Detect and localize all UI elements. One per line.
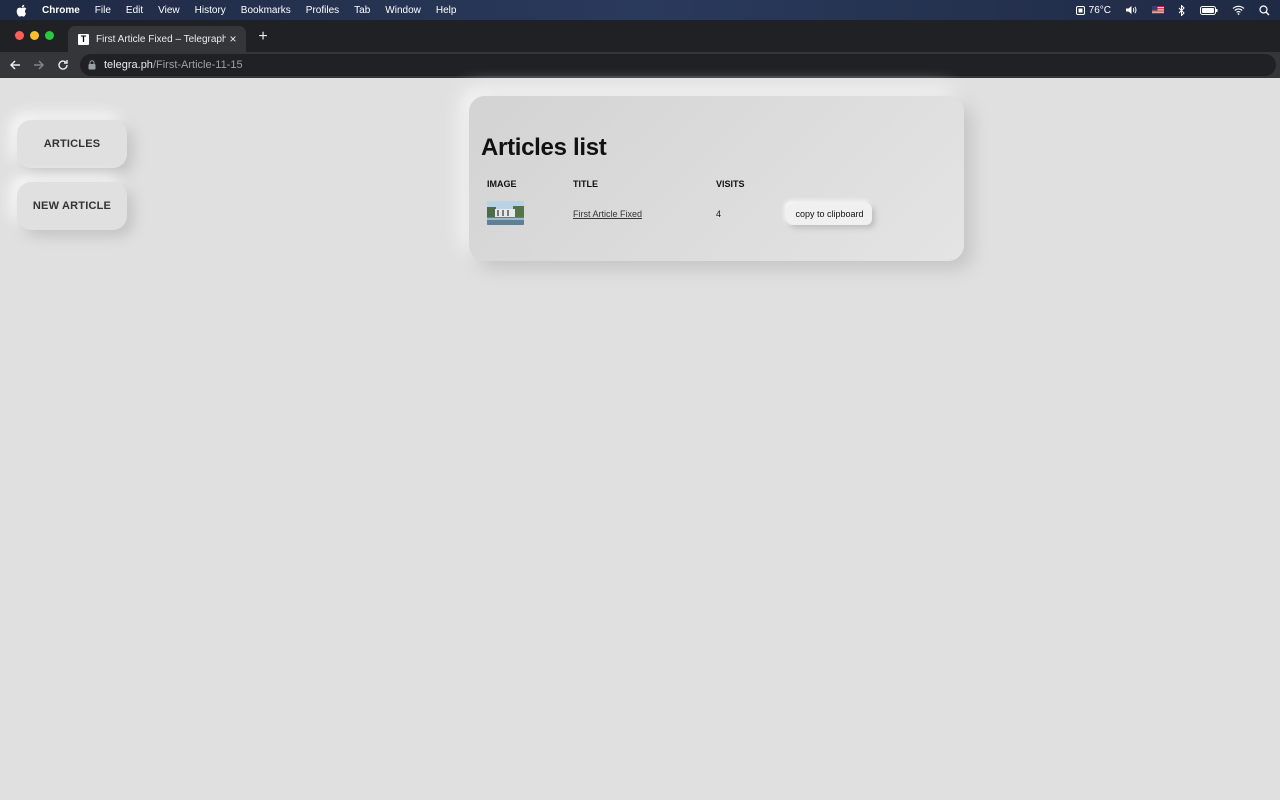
address-bar[interactable]: telegra.ph/First-Article-11-15 xyxy=(80,54,1276,76)
volume-icon[interactable] xyxy=(1125,5,1138,15)
menu-bookmarks[interactable]: Bookmarks xyxy=(241,5,291,16)
browser-toolbar: telegra.ph/First-Article-11-15 xyxy=(0,52,1280,78)
url-path: /First-Article-11-15 xyxy=(152,59,243,71)
new-article-nav-button[interactable]: NEW ARTICLE xyxy=(17,182,127,230)
menu-edit[interactable]: Edit xyxy=(126,5,143,16)
telegraph-favicon-icon: T xyxy=(78,33,89,45)
tab-strip: T First Article Fixed – Telegraph × + xyxy=(0,20,1280,52)
menu-bar: Chrome File Edit View History Bookmarks … xyxy=(0,0,1280,20)
close-tab-icon[interactable]: × xyxy=(226,32,240,46)
article-visits-count: 4 xyxy=(716,209,722,219)
menu-profiles[interactable]: Profiles xyxy=(306,5,339,16)
status-area: 76°C xyxy=(1075,0,1270,20)
forward-arrow-icon[interactable] xyxy=(30,56,48,74)
minimize-window-button[interactable] xyxy=(30,31,39,40)
menu-window[interactable]: Window xyxy=(385,5,421,16)
page-content: ARTICLES NEW ARTICLE Articles list IMAGE… xyxy=(0,78,1280,800)
page-title: Articles list xyxy=(481,134,607,161)
copy-to-clipboard-button[interactable]: copy to clipboard xyxy=(787,203,872,225)
new-tab-button[interactable]: + xyxy=(255,29,271,45)
menu-chrome[interactable]: Chrome xyxy=(42,5,80,16)
menu-view[interactable]: View xyxy=(158,5,180,16)
us-flag-icon[interactable] xyxy=(1152,6,1164,14)
url-domain: telegra.ph xyxy=(104,59,153,71)
articles-card: Articles list IMAGE TITLE VISITS First A… xyxy=(469,96,964,261)
article-title-link[interactable]: First Article Fixed xyxy=(573,209,642,219)
wifi-icon[interactable] xyxy=(1232,5,1245,15)
close-window-button[interactable] xyxy=(15,31,24,40)
battery-icon[interactable] xyxy=(1200,5,1218,15)
tab-title: First Article Fixed – Telegraph xyxy=(96,33,226,45)
spotlight-search-icon[interactable] xyxy=(1259,4,1270,16)
column-header-title: TITLE xyxy=(573,179,598,189)
apple-icon[interactable] xyxy=(14,3,28,17)
menu-help[interactable]: Help xyxy=(436,5,457,16)
column-header-visits: VISITS xyxy=(716,179,745,189)
reload-icon[interactable] xyxy=(54,56,72,74)
lock-icon[interactable] xyxy=(88,60,96,70)
menu-tab[interactable]: Tab xyxy=(354,5,370,16)
zoom-window-button[interactable] xyxy=(45,31,54,40)
menu-history[interactable]: History xyxy=(195,5,226,16)
back-arrow-icon[interactable] xyxy=(6,56,24,74)
chip-icon xyxy=(1075,5,1085,15)
bluetooth-icon[interactable] xyxy=(1178,4,1186,16)
menu-file[interactable]: File xyxy=(95,5,111,16)
articles-nav-button[interactable]: ARTICLES xyxy=(17,120,127,168)
temperature-label: 76°C xyxy=(1088,4,1111,16)
article-thumbnail-image[interactable] xyxy=(487,201,524,225)
column-header-image: IMAGE xyxy=(487,179,517,189)
temperature-status[interactable]: 76°C xyxy=(1075,5,1111,16)
browser-tab-active[interactable]: T First Article Fixed – Telegraph × xyxy=(68,26,246,52)
